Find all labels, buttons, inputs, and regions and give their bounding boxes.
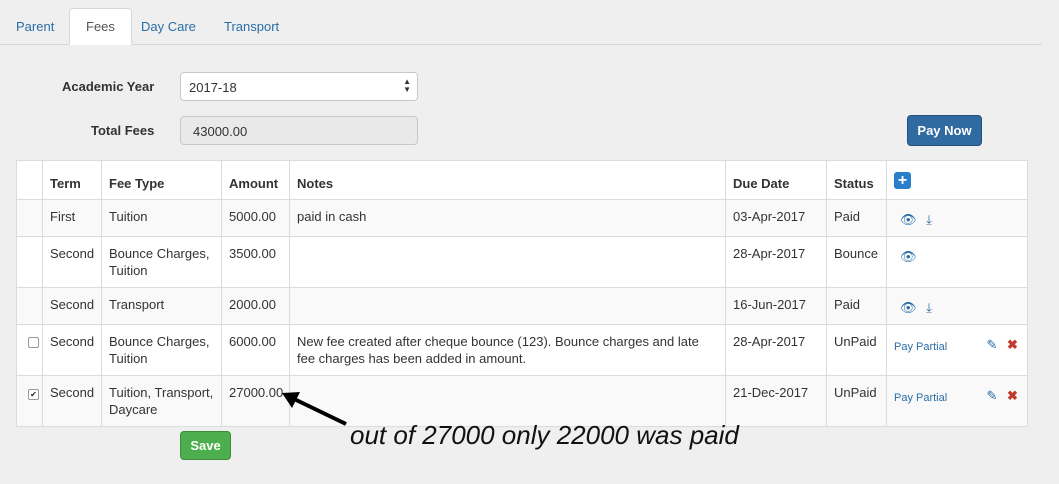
header-status: Status xyxy=(826,160,887,200)
row-select-cell: ✔ xyxy=(16,375,43,427)
cell-amount: 6000.00 xyxy=(221,324,290,376)
row-select-cell xyxy=(16,236,43,288)
cell-actions: 👁 ⤓ xyxy=(886,287,1028,325)
table-row: Second Bounce Charges, Tuition 6000.00 N… xyxy=(16,324,1028,376)
row-checkbox-checked[interactable]: ✔ xyxy=(28,389,39,400)
cell-due-date: 16-Jun-2017 xyxy=(725,287,827,325)
cell-fee-type: Tuition xyxy=(101,199,222,237)
cell-status: Paid xyxy=(826,287,887,325)
pay-partial-link[interactable]: Pay Partial xyxy=(894,392,947,404)
download-icon[interactable]: ⤓ xyxy=(926,299,932,316)
cell-notes xyxy=(289,375,726,427)
cell-status: Paid xyxy=(826,199,887,237)
select-arrows-icon: ▲ ▼ xyxy=(403,77,411,94)
row-select-cell xyxy=(16,199,43,237)
row-select-cell xyxy=(16,287,43,325)
academic-year-label: Academic Year xyxy=(62,79,155,94)
cell-notes xyxy=(289,236,726,288)
edit-icon[interactable]: ✎ xyxy=(986,387,997,404)
cell-due-date: 28-Apr-2017 xyxy=(725,324,827,376)
header-due-date: Due Date xyxy=(725,160,827,200)
download-icon[interactable]: ⤓ xyxy=(926,211,932,228)
cell-due-date: 03-Apr-2017 xyxy=(725,199,827,237)
edit-icon[interactable]: ✎ xyxy=(986,336,997,353)
cell-notes: paid in cash xyxy=(289,199,726,237)
cell-notes: New fee created after cheque bounce (123… xyxy=(289,324,726,376)
cell-fee-type: Tuition, Transport, Daycare xyxy=(101,375,222,427)
annotation-text: out of 27000 only 22000 was paid xyxy=(350,420,739,450)
header-term: Term xyxy=(42,160,102,200)
cell-actions: 👁 ⤓ xyxy=(886,199,1028,237)
row-select-cell xyxy=(16,324,43,376)
total-fees-value: 43000.00 xyxy=(193,124,248,139)
cell-term: Second xyxy=(42,287,102,325)
cell-notes xyxy=(289,287,726,325)
row-checkbox[interactable] xyxy=(28,337,39,348)
tab-fees[interactable]: Fees xyxy=(69,8,132,45)
cell-term: Second xyxy=(42,375,102,427)
cell-amount: 3500.00 xyxy=(221,236,290,288)
academic-year-value: 2017-18 xyxy=(189,80,237,95)
cell-status: Bounce xyxy=(826,236,887,288)
cell-status: UnPaid xyxy=(826,375,887,427)
cell-status: UnPaid xyxy=(826,324,887,376)
cell-fee-type: Bounce Charges, Tuition xyxy=(101,236,222,288)
eye-icon[interactable]: 👁 xyxy=(900,211,917,228)
table-header-row: Term Fee Type Amount Notes Due Date Stat… xyxy=(16,160,1028,200)
arrow-icon xyxy=(282,392,347,426)
cell-term: First xyxy=(42,199,102,237)
cell-amount: 5000.00 xyxy=(221,199,290,237)
header-amount: Amount xyxy=(221,160,290,200)
cell-amount: 2000.00 xyxy=(221,287,290,325)
header-notes: Notes xyxy=(289,160,726,200)
cell-actions: Pay Partial ✎ ✖ xyxy=(886,375,1028,427)
header-fee-type: Fee Type xyxy=(101,160,222,200)
table-row: ✔ Second Tuition, Transport, Daycare 270… xyxy=(16,375,1028,427)
tab-day-care[interactable]: Day Care xyxy=(125,9,212,44)
cell-due-date: 21-Dec-2017 xyxy=(725,375,827,427)
total-fees-label: Total Fees xyxy=(91,123,155,138)
cell-actions: Pay Partial ✎ ✖ xyxy=(886,324,1028,376)
tab-bar: Parent Fees Day Care Transport xyxy=(0,0,1042,45)
tab-transport[interactable]: Transport xyxy=(208,9,295,44)
cell-fee-type: Bounce Charges, Tuition xyxy=(101,324,222,376)
cell-due-date: 28-Apr-2017 xyxy=(725,236,827,288)
eye-icon[interactable]: 👁 xyxy=(900,248,917,265)
cell-term: Second xyxy=(42,324,102,376)
pay-partial-link[interactable]: Pay Partial xyxy=(894,341,947,353)
save-button[interactable]: Save xyxy=(180,431,231,460)
close-icon[interactable]: ✖ xyxy=(1007,336,1018,353)
total-fees-field: 43000.00 xyxy=(180,116,418,145)
table-row: First Tuition 5000.00 paid in cash 03-Ap… xyxy=(16,199,1028,237)
table-row: Second Bounce Charges, Tuition 3500.00 2… xyxy=(16,236,1028,288)
header-select xyxy=(16,160,43,200)
table-row: Second Transport 2000.00 16-Jun-2017 Pai… xyxy=(16,287,1028,325)
header-actions: + xyxy=(886,160,1028,200)
cell-term: Second xyxy=(42,236,102,288)
eye-icon[interactable]: 👁 xyxy=(900,299,917,316)
cell-actions: 👁 xyxy=(886,236,1028,288)
fees-table: Term Fee Type Amount Notes Due Date Stat… xyxy=(16,160,1028,427)
plus-icon[interactable]: + xyxy=(894,172,911,189)
close-icon[interactable]: ✖ xyxy=(1007,387,1018,404)
academic-year-select[interactable]: 2017-18 ▲ ▼ xyxy=(180,72,418,101)
cell-fee-type: Transport xyxy=(101,287,222,325)
tab-parent[interactable]: Parent xyxy=(0,9,70,44)
pay-now-button[interactable]: Pay Now xyxy=(907,115,982,146)
